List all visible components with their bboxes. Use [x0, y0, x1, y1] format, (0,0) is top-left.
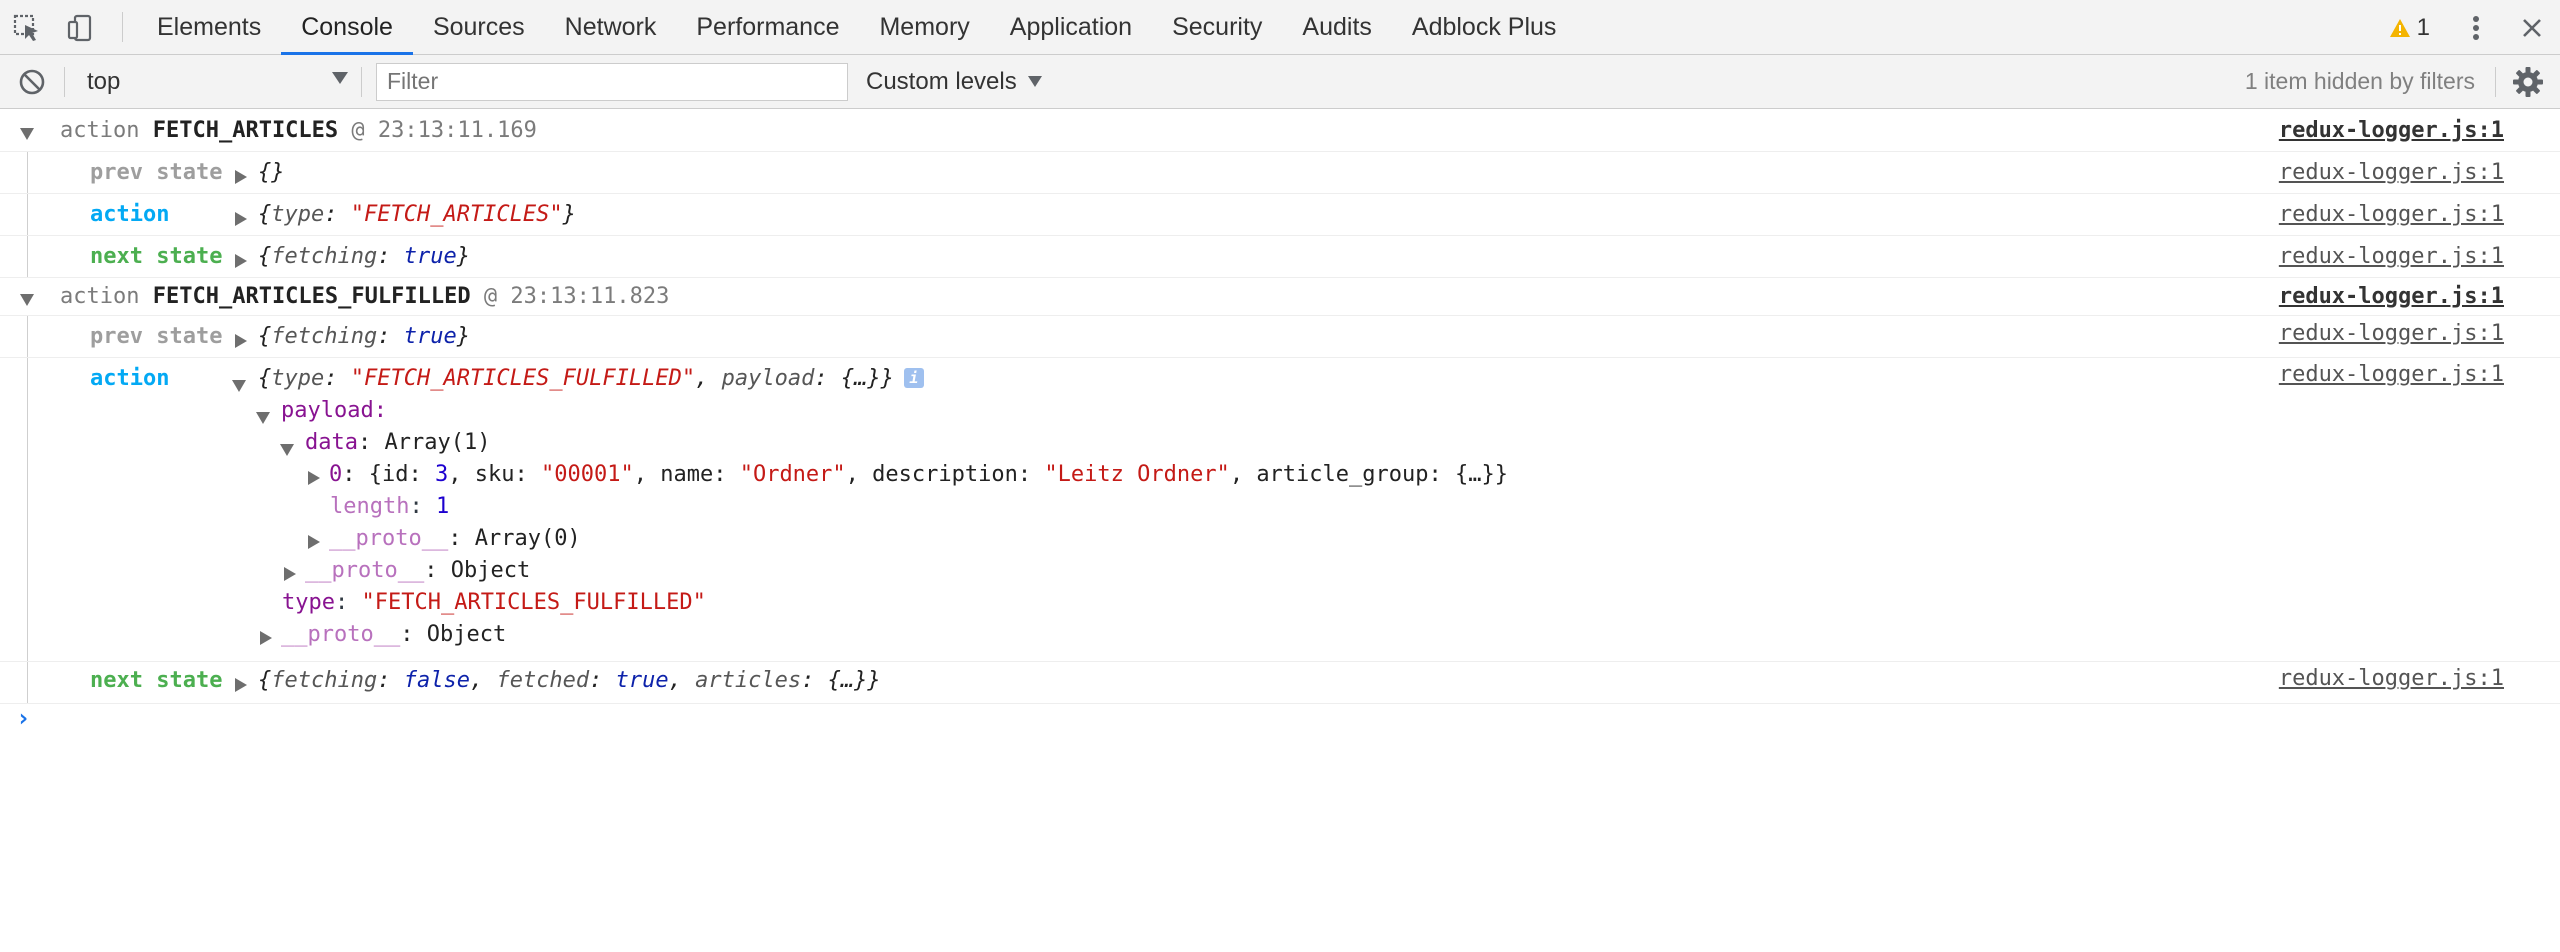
filter-field[interactable] — [376, 62, 848, 101]
log-row-next-state: next state {fetching: true} redux-logger… — [0, 236, 2560, 278]
collapse-triangle-icon[interactable] — [280, 437, 294, 462]
source-link[interactable]: redux-logger.js:1 — [2279, 202, 2504, 227]
tree-payload[interactable]: payload: — [281, 398, 387, 423]
log-row-action: action {type: "FETCH_ARTICLES"} redux-lo… — [0, 194, 2560, 236]
console-settings-gear-icon[interactable] — [2496, 55, 2560, 109]
dropdown-arrow-icon — [1027, 76, 1042, 87]
console-prompt-icon[interactable]: › — [16, 704, 30, 732]
panel-tabs: Elements Console Sources Network Perform… — [137, 0, 1577, 56]
toolbar-divider — [122, 12, 123, 42]
expand-triangle-icon[interactable] — [284, 562, 296, 587]
log-row-action-expanded: action {type: "FETCH_ARTICLES_FULFILLED"… — [0, 358, 2560, 662]
warnings-counter[interactable]: 1 — [2371, 14, 2448, 42]
log-levels-label: Custom levels — [866, 67, 1017, 95]
collapse-triangle-icon[interactable] — [256, 405, 270, 430]
source-link[interactable]: redux-logger.js:1 — [2279, 362, 2504, 387]
tab-sources[interactable]: Sources — [413, 0, 545, 55]
dropdown-arrow-icon — [332, 71, 348, 84]
tree-length: length: 1 — [330, 494, 450, 519]
expand-triangle-icon[interactable] — [235, 673, 247, 698]
context-selector[interactable]: top — [65, 55, 361, 109]
tab-network[interactable]: Network — [545, 0, 677, 55]
collapse-triangle-icon[interactable] — [20, 287, 34, 312]
group-title: action FETCH_ARTICLES_FULFILLED @ 23:13:… — [60, 284, 670, 309]
tab-memory[interactable]: Memory — [859, 0, 989, 55]
tree-item-0[interactable]: 0: {id: 3, sku: "00001", name: "Ordner",… — [329, 462, 1508, 487]
context-value: top — [87, 67, 121, 95]
next-state-preview: {fetching: true} — [258, 244, 470, 269]
collapse-triangle-icon[interactable] — [20, 121, 34, 146]
toolbar-divider — [361, 66, 362, 97]
tree-data[interactable]: data: Array(1) — [305, 430, 490, 455]
tab-application[interactable]: Application — [990, 0, 1152, 55]
tab-elements[interactable]: Elements — [137, 0, 281, 55]
tab-console[interactable]: Console — [281, 0, 413, 56]
hidden-items-info: 1 item hidden by filters — [2244, 68, 2475, 94]
warnings-count: 1 — [2416, 13, 2430, 41]
tree-type: type: "FETCH_ARTICLES_FULFILLED" — [282, 590, 706, 615]
expand-triangle-icon[interactable] — [235, 207, 247, 232]
filter-input[interactable] — [387, 68, 847, 95]
expand-triangle-icon[interactable] — [260, 626, 272, 651]
log-row-prev-state: prev state {} redux-logger.js:1 — [0, 152, 2560, 194]
inspect-element-icon[interactable] — [0, 0, 54, 55]
info-icon[interactable]: i — [903, 368, 924, 388]
log-row-next-state: next state {fetching: false, fetched: tr… — [0, 662, 2560, 704]
warning-icon — [2389, 18, 2410, 37]
source-link[interactable]: redux-logger.js:1 — [2279, 160, 2504, 185]
log-group-header[interactable]: action FETCH_ARTICLES_FULFILLED @ 23:13:… — [0, 278, 2560, 316]
prev-state-preview: {fetching: true} — [258, 324, 470, 349]
clear-console-icon[interactable] — [0, 55, 64, 109]
log-group-header[interactable]: action FETCH_ARTICLES @ 23:13:11.169 red… — [0, 110, 2560, 152]
log-row-prev-state: prev state {fetching: true} redux-logger… — [0, 316, 2560, 358]
devtools-tab-bar: Elements Console Sources Network Perform… — [0, 0, 2560, 56]
tab-adblock-plus[interactable]: Adblock Plus — [1392, 0, 1577, 55]
source-link[interactable]: redux-logger.js:1 — [2279, 284, 2504, 309]
tab-performance[interactable]: Performance — [676, 0, 859, 55]
next-state-preview: {fetching: false, fetched: true, article… — [258, 668, 881, 693]
expand-triangle-icon[interactable] — [308, 466, 320, 491]
tree-array-proto[interactable]: __proto__: Array(0) — [329, 526, 581, 551]
tab-security[interactable]: Security — [1152, 0, 1282, 55]
tree-payload-proto[interactable]: __proto__: Object — [305, 558, 530, 583]
source-link[interactable]: redux-logger.js:1 — [2279, 118, 2504, 143]
device-toolbar-icon[interactable] — [54, 0, 108, 55]
action-object-preview: {type: "FETCH_ARTICLES"} — [258, 202, 576, 227]
close-icon[interactable] — [2504, 0, 2560, 55]
collapse-triangle-icon[interactable] — [232, 373, 246, 398]
source-link[interactable]: redux-logger.js:1 — [2279, 666, 2504, 691]
console-messages: action FETCH_ARTICLES @ 23:13:11.169 red… — [0, 110, 2560, 952]
tab-audits[interactable]: Audits — [1282, 0, 1391, 55]
expand-triangle-icon[interactable] — [235, 165, 247, 190]
source-link[interactable]: redux-logger.js:1 — [2279, 244, 2504, 269]
action-object-preview: {type: "FETCH_ARTICLES_FULFILLED", paylo… — [258, 366, 924, 391]
console-toolbar: top Custom levels 1 item hidden by filte… — [0, 55, 2560, 109]
expand-triangle-icon[interactable] — [235, 329, 247, 354]
more-options-icon[interactable] — [2448, 0, 2504, 55]
expand-triangle-icon[interactable] — [308, 530, 320, 555]
group-title: action FETCH_ARTICLES @ 23:13:11.169 — [60, 118, 537, 143]
log-levels-dropdown[interactable]: Custom levels — [866, 68, 1043, 96]
tree-action-proto[interactable]: __proto__: Object — [281, 622, 506, 647]
source-link[interactable]: redux-logger.js:1 — [2279, 321, 2504, 346]
expand-triangle-icon[interactable] — [235, 249, 247, 274]
